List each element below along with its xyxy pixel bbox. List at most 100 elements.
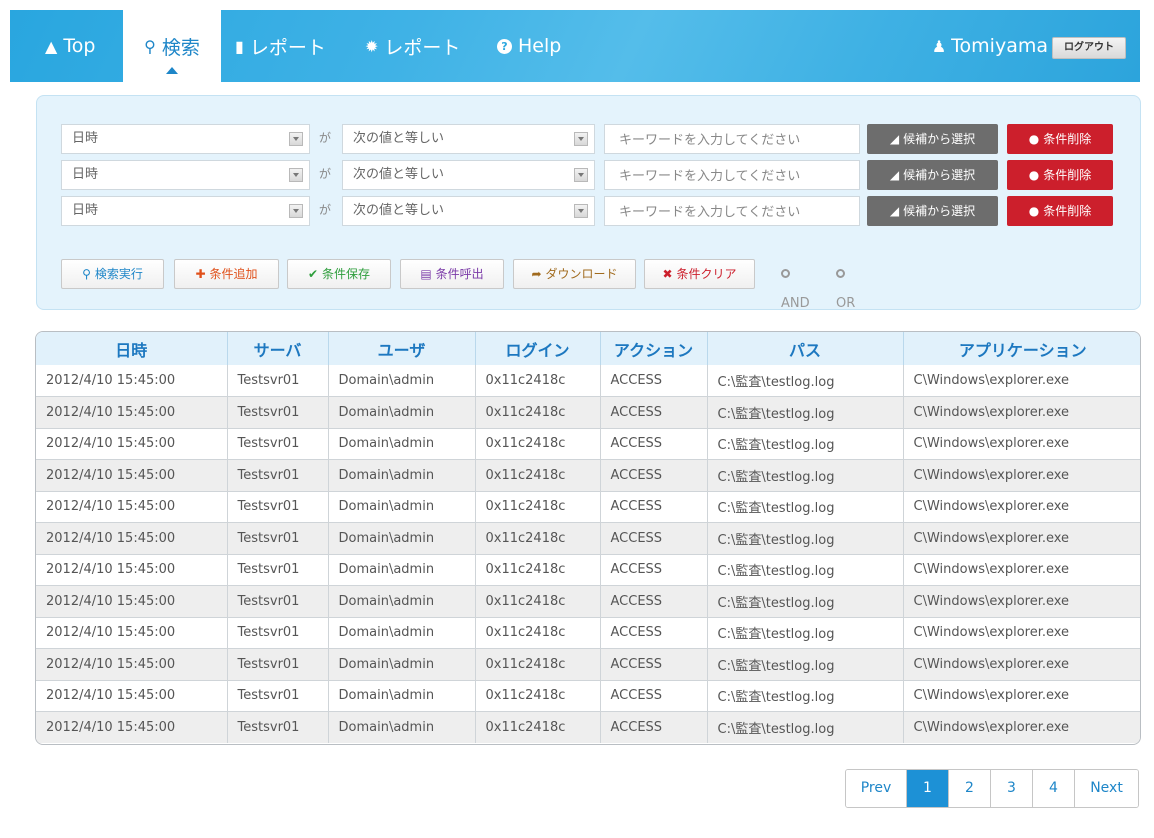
table-cell: Testsvr01 <box>227 585 329 618</box>
column-header[interactable]: アプリケーション <box>903 332 1140 365</box>
search-icon: ⚲ <box>144 36 156 56</box>
table-cell: 2012/4/10 15:45:00 <box>36 585 228 618</box>
table-cell: C:\監査\testlog.log <box>707 680 904 712</box>
table-cell: C:\監査\testlog.log <box>707 428 904 460</box>
column-header[interactable]: サーバ <box>227 332 329 365</box>
page-2-button[interactable]: 2 <box>949 770 991 807</box>
column-header[interactable]: ログイン <box>475 332 601 365</box>
search-panel: 日時 が 次の値と等しい ◢候補から選択 ●条件削除 日時 が 次の値と等しい … <box>36 95 1141 311</box>
select-candidate-button[interactable]: ◢ 候補から選択 <box>867 160 998 190</box>
select-candidate-button[interactable]: ◢ 候補から選択 <box>867 124 998 154</box>
search-button[interactable]: ⚲ 検索実行 <box>61 259 164 289</box>
delete-condition-button[interactable]: ● 条件削除 <box>1007 196 1113 226</box>
select-candidate-button[interactable]: ◢ 候補から選択 <box>867 196 998 226</box>
delete-condition-label: 条件削除 <box>1043 204 1092 218</box>
table-cell: Domain\admin <box>328 648 476 681</box>
keyword-input[interactable] <box>604 124 860 154</box>
table-cell: 2012/4/10 15:45:00 <box>36 554 228 586</box>
nav-item-label: 検索 <box>161 36 200 59</box>
table-cell: ACCESS <box>600 680 708 712</box>
table-cell: Testsvr01 <box>227 711 329 743</box>
table-row[interactable]: 2012/4/10 15:45:00 Testsvr01 Domain\admin 0… <box>36 459 1140 492</box>
field-select[interactable]: 日時 <box>61 124 310 154</box>
operator-select[interactable]: 次の値と等しい <box>342 196 595 226</box>
table-row[interactable]: 2012/4/10 15:45:00 Testsvr01 Domain\admin 0… <box>36 617 1140 649</box>
page-1-button[interactable]: 1 <box>907 770 949 807</box>
chevron-down-icon <box>574 168 588 182</box>
column-header[interactable]: 日時 <box>36 332 228 365</box>
delete-condition-button[interactable]: ● 条件削除 <box>1007 124 1113 154</box>
minus-circle-icon: ● <box>1028 168 1040 182</box>
save-condition-button[interactable]: ✔ 条件保存 <box>287 259 391 289</box>
table-row[interactable]: 2012/4/10 15:45:00 Testsvr01 Domain\admin 0… <box>36 680 1140 712</box>
table-cell: 0x11c2418c <box>475 648 601 681</box>
table-row[interactable]: 2012/4/10 15:45:00 Testsvr01 Domain\admin 0… <box>36 711 1140 743</box>
minus-circle-icon: ● <box>1028 132 1040 146</box>
document-icon: ▮ <box>235 36 244 56</box>
column-header[interactable]: ユーザ <box>328 332 476 365</box>
download-button[interactable]: ➦ ダウンロード <box>513 259 636 289</box>
keyword-input[interactable] <box>604 160 860 190</box>
table-row[interactable]: 2012/4/10 15:45:00 Testsvr01 Domain\admin 0… <box>36 585 1140 618</box>
table-row[interactable]: 2012/4/10 15:45:00 Testsvr01 Domain\admin 0… <box>36 522 1140 555</box>
table-cell: C\Windows\explorer.exe <box>903 428 1140 460</box>
page-4-button[interactable]: 4 <box>1033 770 1075 807</box>
or-label: OR <box>836 296 856 311</box>
table-row[interactable]: 2012/4/10 15:45:00 Testsvr01 Domain\admin 0… <box>36 648 1140 681</box>
table-cell: C\Windows\explorer.exe <box>903 585 1140 618</box>
operator-select[interactable]: 次の値と等しい <box>342 124 595 154</box>
table-row[interactable]: 2012/4/10 15:45:00 Testsvr01 Domain\admin 0… <box>36 365 1140 397</box>
add-condition-button[interactable]: ✚ 条件追加 <box>174 259 279 289</box>
table-row[interactable]: 2012/4/10 15:45:00 Testsvr01 Domain\admin 0… <box>36 491 1140 523</box>
table-cell: ACCESS <box>600 711 708 743</box>
nav-item-search[interactable]: ⚲ 検索 <box>123 10 221 82</box>
table-cell: 2012/4/10 15:45:00 <box>36 680 228 712</box>
load-condition-button[interactable]: ▤ 条件呼出 <box>400 259 504 289</box>
pick-icon: ◢ <box>889 204 900 218</box>
table-cell: Testsvr01 <box>227 428 329 460</box>
download-icon: ➦ <box>531 267 542 281</box>
table-cell: Domain\admin <box>328 459 476 492</box>
and-radio[interactable]: AND <box>781 259 810 311</box>
table-cell: ACCESS <box>600 585 708 618</box>
table-cell: C:\監査\testlog.log <box>707 585 904 618</box>
operator-select[interactable]: 次の値と等しい <box>342 160 595 190</box>
prev-page-button[interactable]: Prev <box>846 770 907 807</box>
table-cell: C\Windows\explorer.exe <box>903 680 1140 712</box>
table-row[interactable]: 2012/4/10 15:45:00 Testsvr01 Domain\admin 0… <box>36 554 1140 586</box>
and-label: AND <box>781 296 810 311</box>
nav-item-help[interactable]: ? Help <box>497 10 561 82</box>
table-row[interactable]: 2012/4/10 15:45:00 Testsvr01 Domain\admin 0… <box>36 428 1140 460</box>
chevron-down-icon <box>574 132 588 146</box>
pick-icon: ◢ <box>889 132 900 146</box>
help-icon: ? <box>497 38 512 54</box>
nav-item-report[interactable]: ▮ レポート <box>235 10 326 82</box>
table-cell: Domain\admin <box>328 585 476 618</box>
clear-condition-button[interactable]: ✖ 条件クリア <box>644 259 755 289</box>
table-header-row: 日時 サーバ ユーザ ログイン アクション パス アプリケーション <box>36 332 1140 365</box>
condition-row: 日時 が 次の値と等しい ◢候補から選択 ●条件削除 <box>61 196 1121 226</box>
keyword-input[interactable] <box>604 196 860 226</box>
delete-condition-button[interactable]: ● 条件削除 <box>1007 160 1113 190</box>
logout-button[interactable]: ログアウト <box>1052 37 1126 59</box>
or-radio[interactable]: OR <box>836 259 855 311</box>
page-3-button[interactable]: 3 <box>991 770 1033 807</box>
chevron-down-icon <box>289 132 303 146</box>
field-select[interactable]: 日時 <box>61 160 310 190</box>
top-nav: ▲ Top ⚲ 検索 ▮ レポート ✹ レポート ? Help ♟ Tomiya… <box>10 10 1140 82</box>
table-cell: Domain\admin <box>328 491 476 523</box>
table-cell: 2012/4/10 15:45:00 <box>36 396 228 429</box>
nav-item-top[interactable]: ▲ Top <box>45 10 95 82</box>
column-header[interactable]: アクション <box>600 332 708 365</box>
table-cell: 0x11c2418c <box>475 491 601 523</box>
table-cell: ACCESS <box>600 554 708 586</box>
field-select[interactable]: 日時 <box>61 196 310 226</box>
close-circle-icon: ✖ <box>662 267 673 281</box>
column-header[interactable]: パス <box>707 332 904 365</box>
nav-item-report-settings[interactable]: ✹ レポート <box>365 10 460 82</box>
user-icon: ♟ <box>931 36 947 56</box>
table-cell: C\Windows\explorer.exe <box>903 617 1140 649</box>
next-page-button[interactable]: Next <box>1075 770 1138 807</box>
table-cell: 0x11c2418c <box>475 585 601 618</box>
table-row[interactable]: 2012/4/10 15:45:00 Testsvr01 Domain\admin 0… <box>36 396 1140 429</box>
